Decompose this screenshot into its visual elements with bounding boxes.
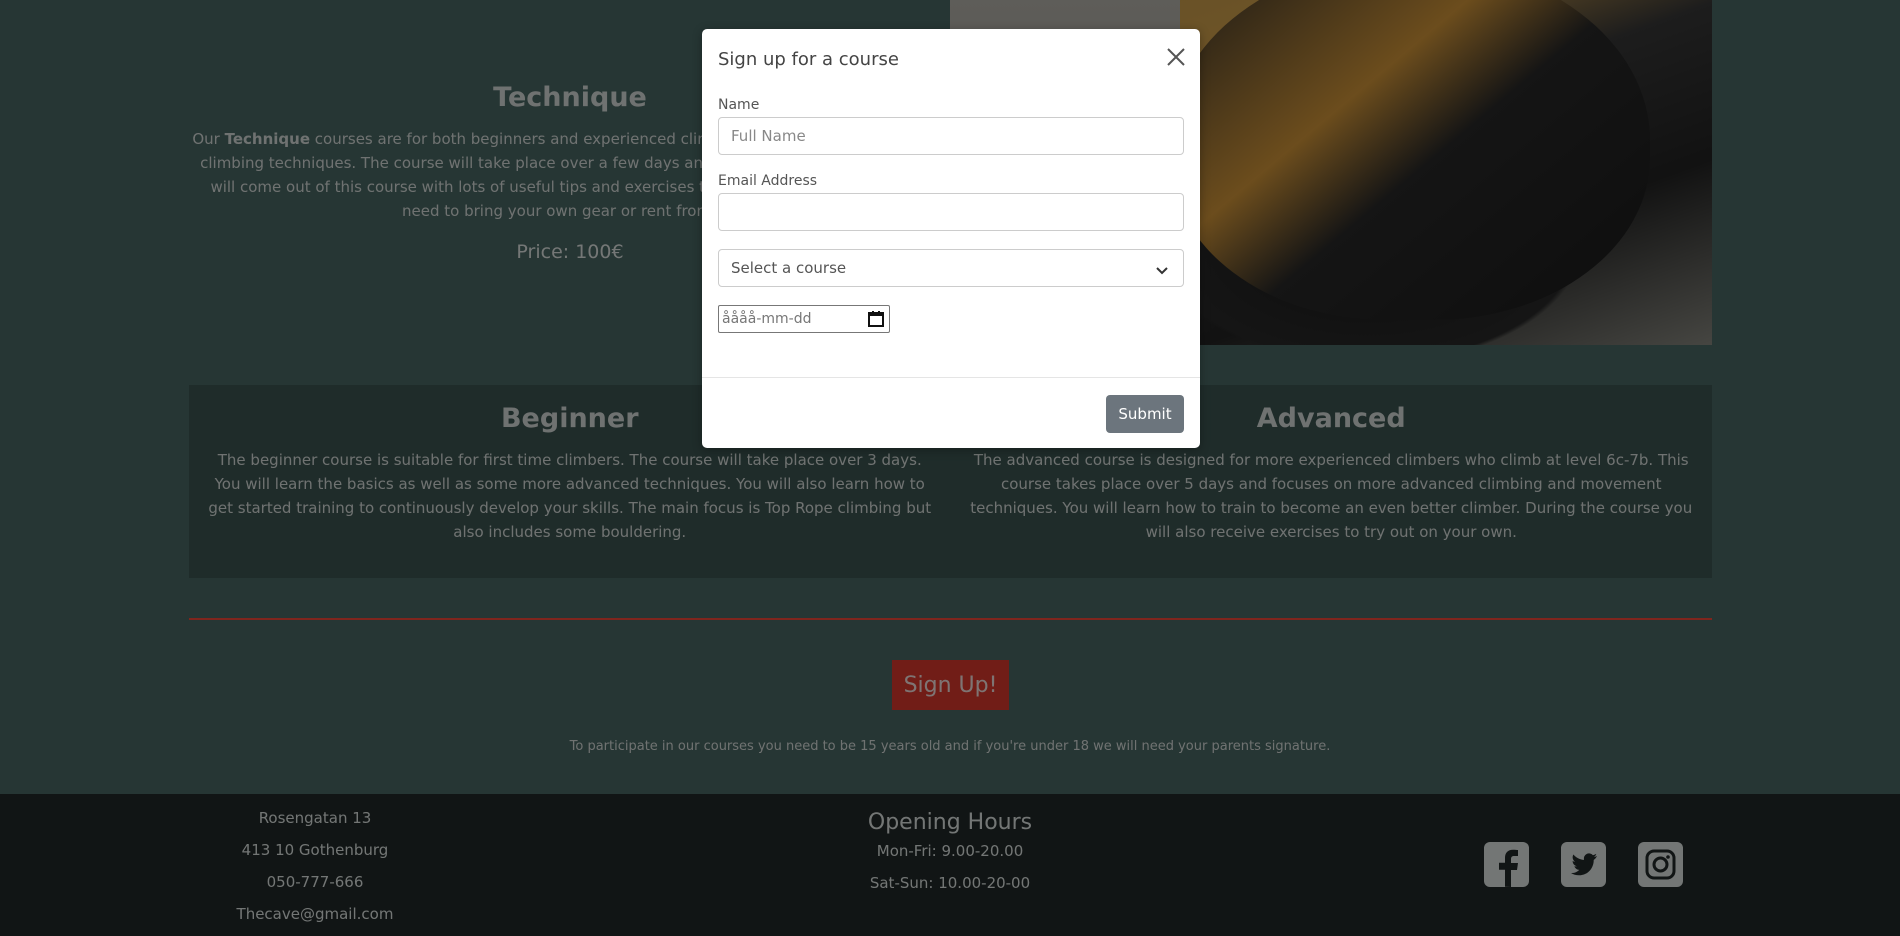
modal-footer: Submit [702,377,1200,449]
course-select[interactable]: Select a course [718,249,1184,287]
close-icon[interactable] [1164,45,1188,69]
email-label: Email Address [718,173,818,189]
page: Technique Our Technique courses are for … [0,0,1900,936]
signup-modal: Sign up for a course Name Email Address … [702,29,1200,448]
date-input[interactable]: åååå-mm-dd [718,305,890,333]
date-placeholder: åååå-mm-dd [722,311,812,327]
modal-body: Name Email Address Select a course åååå-… [702,97,1200,333]
modal-header: Sign up for a course [702,29,1200,89]
course-select-value: Select a course [731,259,847,277]
modal-title: Sign up for a course [718,49,899,70]
name-input[interactable] [718,117,1184,155]
submit-button[interactable]: Submit [1106,395,1184,433]
name-label: Name [718,97,760,113]
calendar-icon[interactable] [867,310,885,332]
chevron-down-icon [1155,262,1169,281]
email-input[interactable] [718,193,1184,231]
